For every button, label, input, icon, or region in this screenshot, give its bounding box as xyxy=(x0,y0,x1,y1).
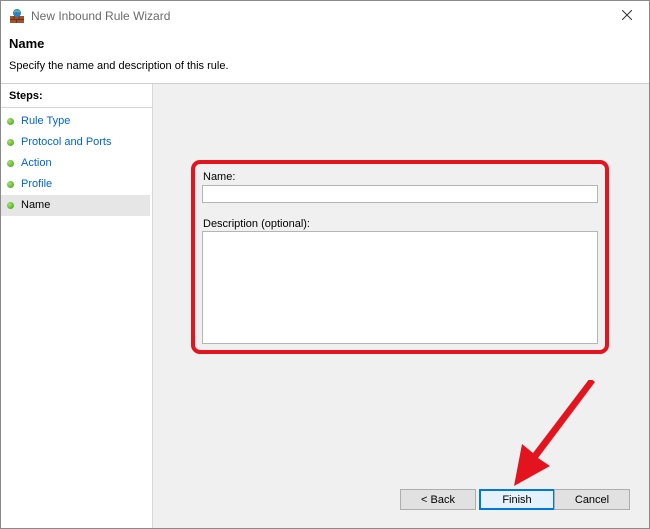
finish-button[interactable]: Finish xyxy=(479,489,555,510)
close-button[interactable] xyxy=(605,1,649,31)
steps-panel: Steps: Rule Type Protocol and Ports Acti… xyxy=(1,84,153,528)
step-label: Rule Type xyxy=(21,115,71,127)
step-label: Profile xyxy=(21,178,53,190)
steps-heading: Steps: xyxy=(9,90,43,102)
step-rule-type[interactable]: Rule Type xyxy=(1,111,152,132)
red-arrow-icon xyxy=(514,380,595,486)
cancel-button[interactable]: Cancel xyxy=(554,489,630,510)
green-dot-icon xyxy=(7,160,14,167)
step-action[interactable]: Action xyxy=(1,153,152,174)
step-protocol-and-ports[interactable]: Protocol and Ports xyxy=(1,132,152,153)
back-button[interactable]: < Back xyxy=(400,489,476,510)
green-dot-icon xyxy=(7,139,14,146)
window-title: New Inbound Rule Wizard xyxy=(31,9,171,23)
title-bar: New Inbound Rule Wizard xyxy=(1,1,649,31)
steps-divider xyxy=(1,107,152,108)
green-dot-icon xyxy=(7,118,14,125)
firewall-icon xyxy=(9,8,25,24)
highlight-box xyxy=(191,160,609,354)
green-dot-icon xyxy=(7,181,14,188)
green-dot-icon xyxy=(7,202,14,209)
wizard-header: Name Specify the name and description of… xyxy=(1,31,649,84)
step-name: Name xyxy=(1,195,150,216)
step-label: Action xyxy=(21,157,52,169)
step-label: Name xyxy=(21,199,51,211)
step-label: Protocol and Ports xyxy=(21,136,112,148)
page-description: Specify the name and description of this… xyxy=(9,60,229,72)
page-title: Name xyxy=(9,36,45,51)
step-profile[interactable]: Profile xyxy=(1,174,152,195)
close-icon xyxy=(621,9,633,23)
